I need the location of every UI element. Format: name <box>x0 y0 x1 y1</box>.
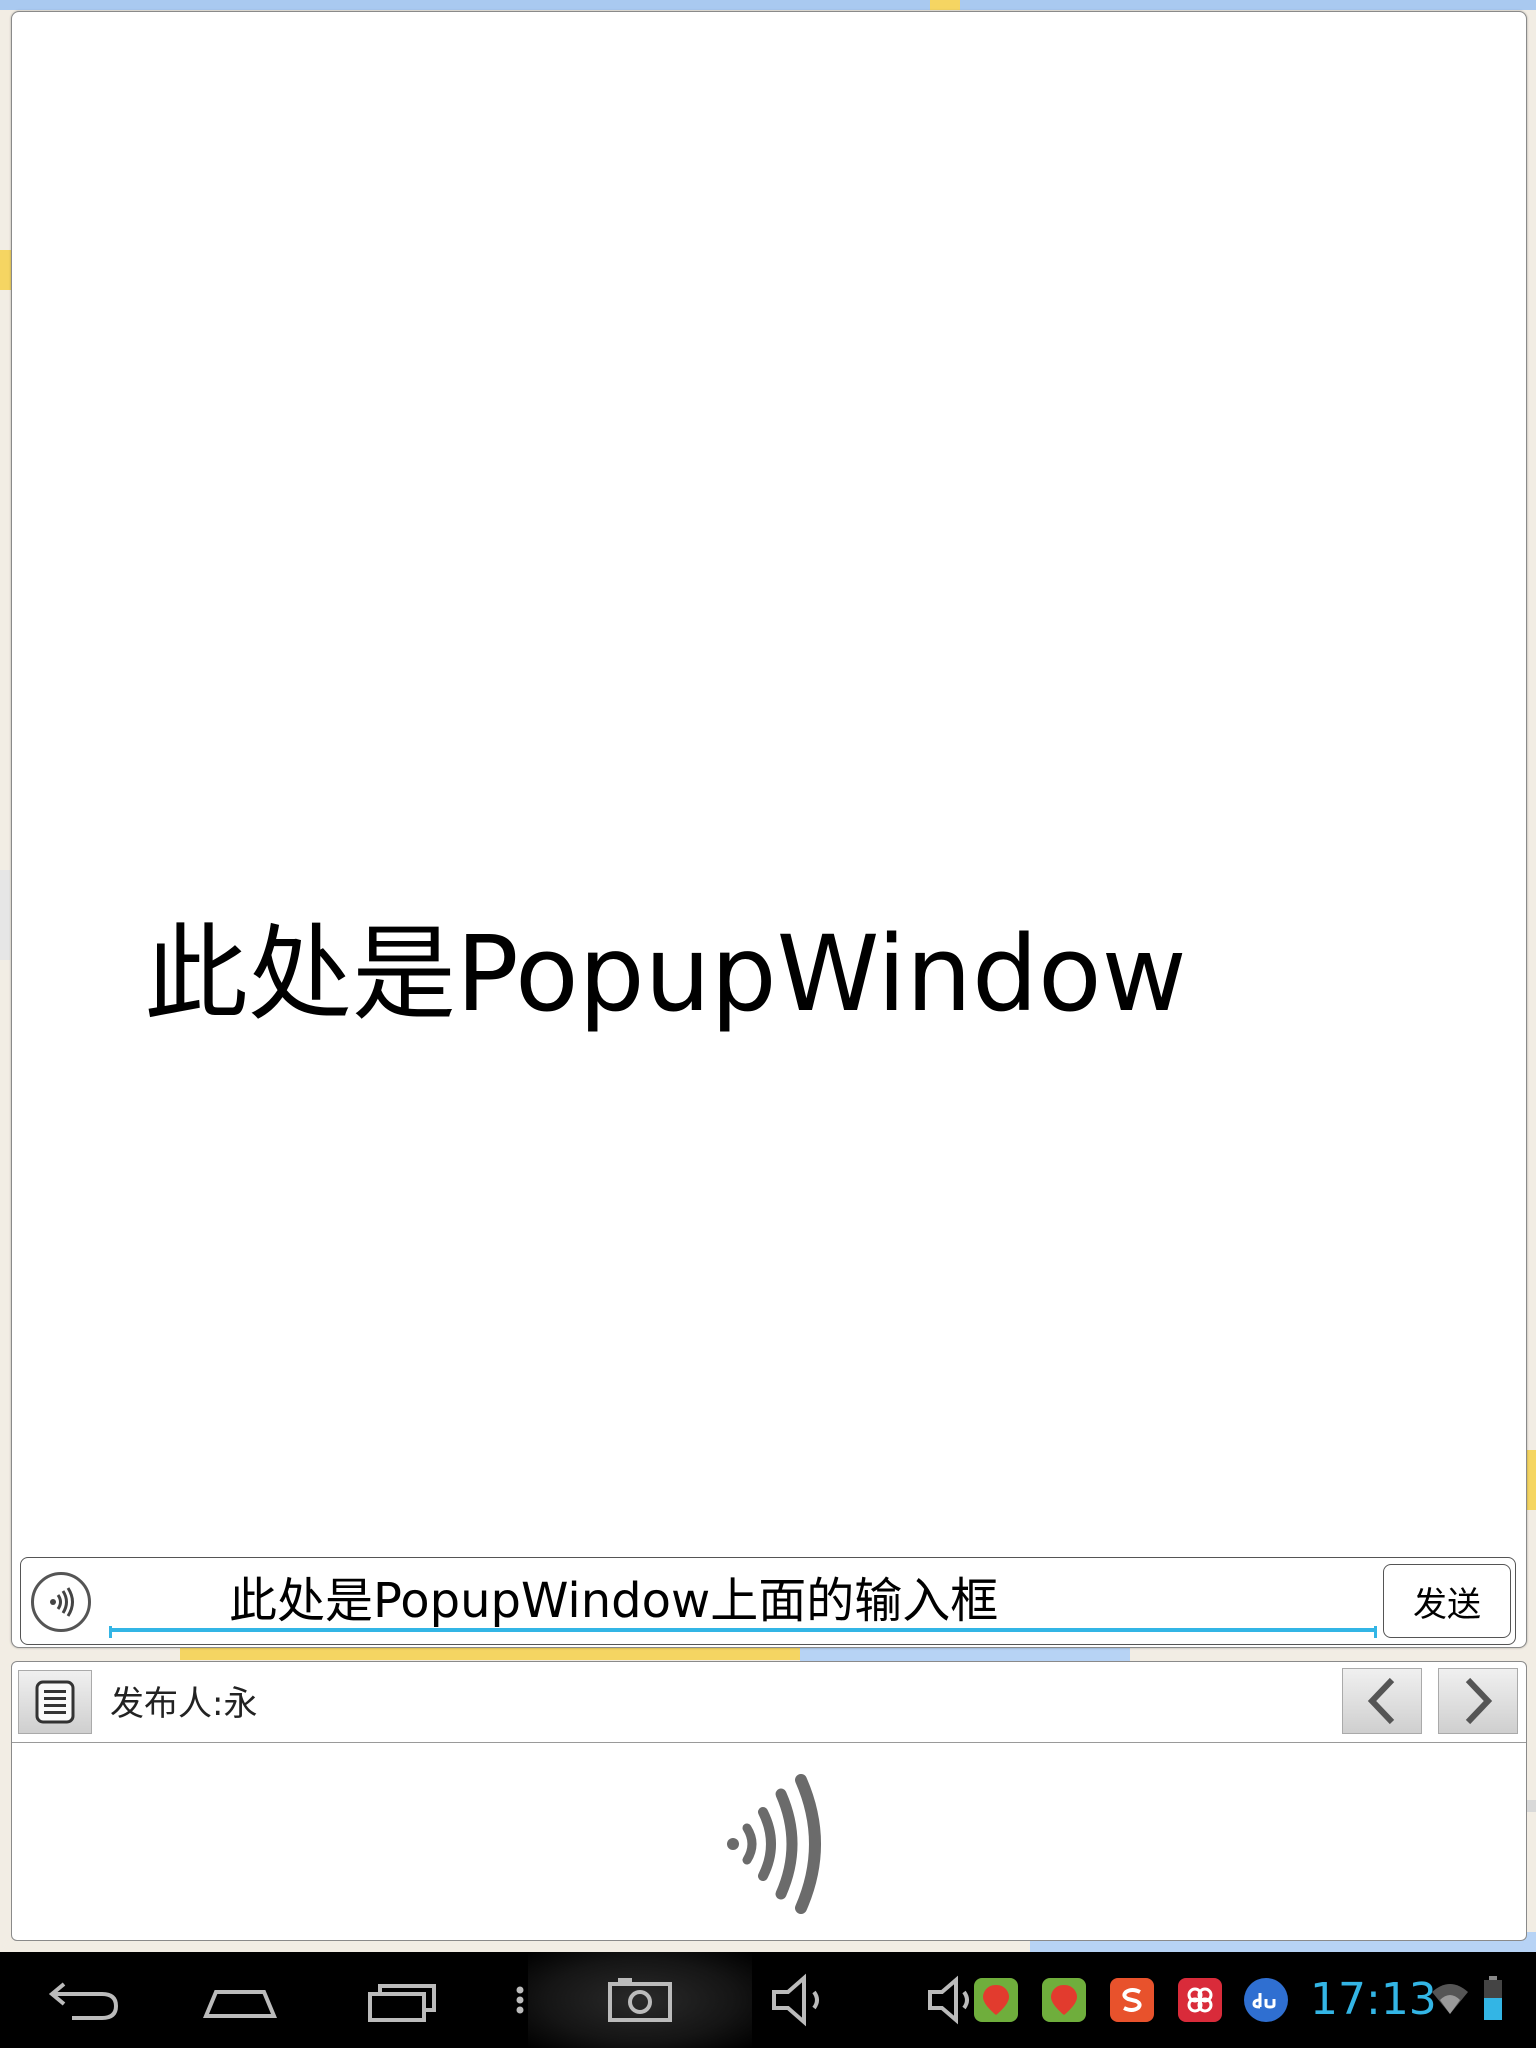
menu-button[interactable] <box>18 1670 92 1734</box>
input-underline-right <box>1374 1626 1377 1638</box>
home-icon[interactable] <box>200 1970 280 2030</box>
clock: 17:13 <box>1310 1974 1437 2025</box>
back-icon[interactable] <box>44 1970 124 2030</box>
voice-input-button[interactable] <box>31 1572 91 1632</box>
next-button[interactable] <box>1438 1668 1518 1734</box>
recents-icon[interactable] <box>364 1970 444 2030</box>
message-input[interactable] <box>109 1564 1377 1632</box>
send-button[interactable]: 发送 <box>1383 1564 1511 1638</box>
sogou-icon[interactable] <box>1110 1978 1154 2022</box>
panel-header: 发布人:永 <box>12 1662 1526 1743</box>
pinwheel-app-icon[interactable] <box>1178 1978 1222 2022</box>
volume-icon[interactable] <box>770 1970 840 2030</box>
popup-window: 此处是PopupWindow 发送 <box>11 11 1527 1648</box>
menu-icon <box>35 1680 75 1724</box>
input-bar: 发送 <box>20 1557 1516 1645</box>
screenshot-icon[interactable] <box>606 1970 674 2030</box>
baidu-map-icon[interactable] <box>974 1978 1018 2022</box>
du-icon[interactable] <box>1244 1978 1288 2022</box>
battery-icon <box>1484 1976 1502 2020</box>
chevron-left-icon <box>1367 1677 1395 1725</box>
overflow-icon[interactable] <box>508 1970 532 2030</box>
wifi-icon <box>1432 1984 1468 2014</box>
voice-icon <box>50 1587 74 1617</box>
baidu-map-icon-2[interactable] <box>1042 1978 1086 2022</box>
input-underline-left <box>109 1626 112 1638</box>
voice-playback-icon[interactable] <box>717 1774 837 1914</box>
publisher-label: 发布人:永 <box>110 1684 258 1724</box>
chevron-right-icon <box>1465 1677 1493 1725</box>
prev-button[interactable] <box>1342 1668 1422 1734</box>
system-bar: 17:13 <box>0 1952 1536 2048</box>
popup-title: 此处是PopupWindow <box>144 913 1187 1035</box>
info-panel: 发布人:永 <box>11 1661 1527 1941</box>
